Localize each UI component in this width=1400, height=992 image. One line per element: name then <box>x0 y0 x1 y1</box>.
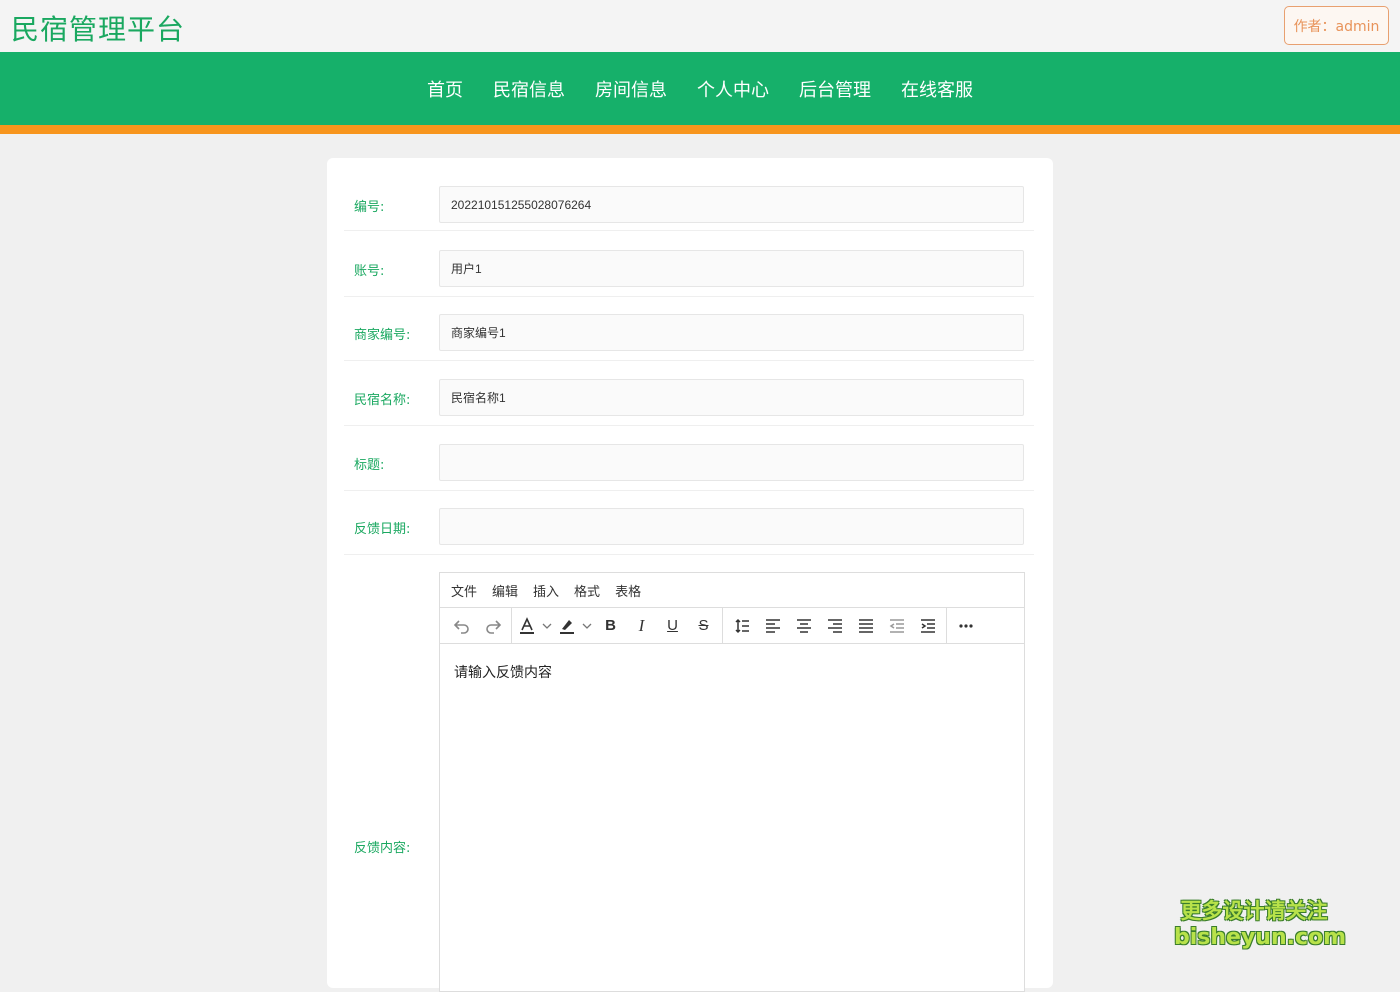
align-justify-icon[interactable] <box>850 612 881 640</box>
align-right-icon[interactable] <box>819 612 850 640</box>
editor-menubar: 文件 编辑 插入 格式 表格 <box>440 573 1024 608</box>
toolbar-divider <box>946 607 947 644</box>
field-label-homestay-name: 民宿名称: <box>354 393 411 408</box>
field-label-feedback-content: 反馈内容: <box>354 841 411 856</box>
menu-table[interactable]: 表格 <box>615 581 641 600</box>
nav-item-room-info[interactable]: 房间信息 <box>595 76 667 102</box>
field-label-title: 标题: <box>354 458 385 473</box>
menu-insert[interactable]: 插入 <box>533 581 559 600</box>
toolbar-divider <box>722 607 723 644</box>
nav-item-homestay-info[interactable]: 民宿信息 <box>493 76 565 102</box>
site-title: 民宿管理平台 <box>11 13 186 46</box>
title-field[interactable] <box>439 444 1024 481</box>
top-header: 民宿管理平台 作者：admin <box>0 0 1400 52</box>
nav-item-customer-service[interactable]: 在线客服 <box>901 76 973 102</box>
site-watermark: 更多设计请关注 bisheyun.com <box>1174 897 1347 953</box>
merchant-id-field[interactable]: 商家编号1 <box>439 314 1024 351</box>
text-color-icon[interactable] <box>515 612 539 640</box>
undo-icon[interactable] <box>446 612 477 640</box>
form-row-feedback-date: 反馈日期: <box>344 500 1034 555</box>
nav-item-home[interactable]: 首页 <box>427 76 463 102</box>
watermark-line-2: bisheyun.com <box>1174 925 1347 950</box>
text-color-dropdown-icon[interactable] <box>539 612 555 640</box>
form-row-merchant-id: 商家编号: 商家编号1 <box>344 306 1034 361</box>
form-row-title: 标题: <box>344 436 1034 491</box>
nav-item-personal-center[interactable]: 个人中心 <box>697 76 769 102</box>
homestay-name-field[interactable]: 民宿名称1 <box>439 379 1024 416</box>
more-options-icon[interactable] <box>950 612 981 640</box>
feedback-date-field[interactable] <box>439 508 1024 545</box>
field-label-merchant-id: 商家编号: <box>354 328 411 343</box>
highlight-color-icon[interactable] <box>555 612 579 640</box>
nav-item-admin[interactable]: 后台管理 <box>799 76 871 102</box>
form-row-id: 编号: 202210151255028076264 <box>344 178 1034 231</box>
underline-icon[interactable]: U <box>657 612 688 640</box>
form-row-account: 账号: 用户1 <box>344 242 1034 297</box>
menu-edit[interactable]: 编辑 <box>492 581 518 600</box>
feedback-form-card: 编号: 202210151255028076264 账号: 用户1 商家编号: … <box>327 158 1053 992</box>
strikethrough-icon[interactable]: S <box>688 612 719 640</box>
watermark-line-1: 更多设计请关注 <box>1180 899 1328 923</box>
field-label-id: 编号: <box>354 200 385 215</box>
outdent-icon[interactable] <box>881 612 912 640</box>
italic-icon[interactable]: I <box>626 612 657 640</box>
align-left-icon[interactable] <box>757 612 788 640</box>
menu-file[interactable]: 文件 <box>451 581 477 600</box>
editor-toolbar: B I U S <box>440 607 1024 644</box>
editor-content-area[interactable]: 请输入反馈内容 <box>440 644 1024 700</box>
accent-strip <box>0 125 1400 134</box>
menu-format[interactable]: 格式 <box>574 581 600 600</box>
author-badge[interactable]: 作者：admin <box>1284 6 1389 45</box>
main-nav: 首页 民宿信息 房间信息 个人中心 后台管理 在线客服 <box>0 52 1400 125</box>
form-row-homestay-name: 民宿名称: 民宿名称1 <box>344 371 1034 426</box>
field-label-feedback-date: 反馈日期: <box>354 522 411 537</box>
redo-icon[interactable] <box>477 612 508 640</box>
indent-icon[interactable] <box>912 612 943 640</box>
field-label-account: 账号: <box>354 264 385 279</box>
id-field[interactable]: 202210151255028076264 <box>439 186 1024 223</box>
rich-text-editor: 文件 编辑 插入 格式 表格 B I U S 请输入反馈内容 <box>439 572 1025 992</box>
align-center-icon[interactable] <box>788 612 819 640</box>
toolbar-divider <box>511 607 512 644</box>
bold-icon[interactable]: B <box>595 612 626 640</box>
highlight-dropdown-icon[interactable] <box>579 612 595 640</box>
account-field[interactable]: 用户1 <box>439 250 1024 287</box>
line-height-icon[interactable] <box>726 612 757 640</box>
